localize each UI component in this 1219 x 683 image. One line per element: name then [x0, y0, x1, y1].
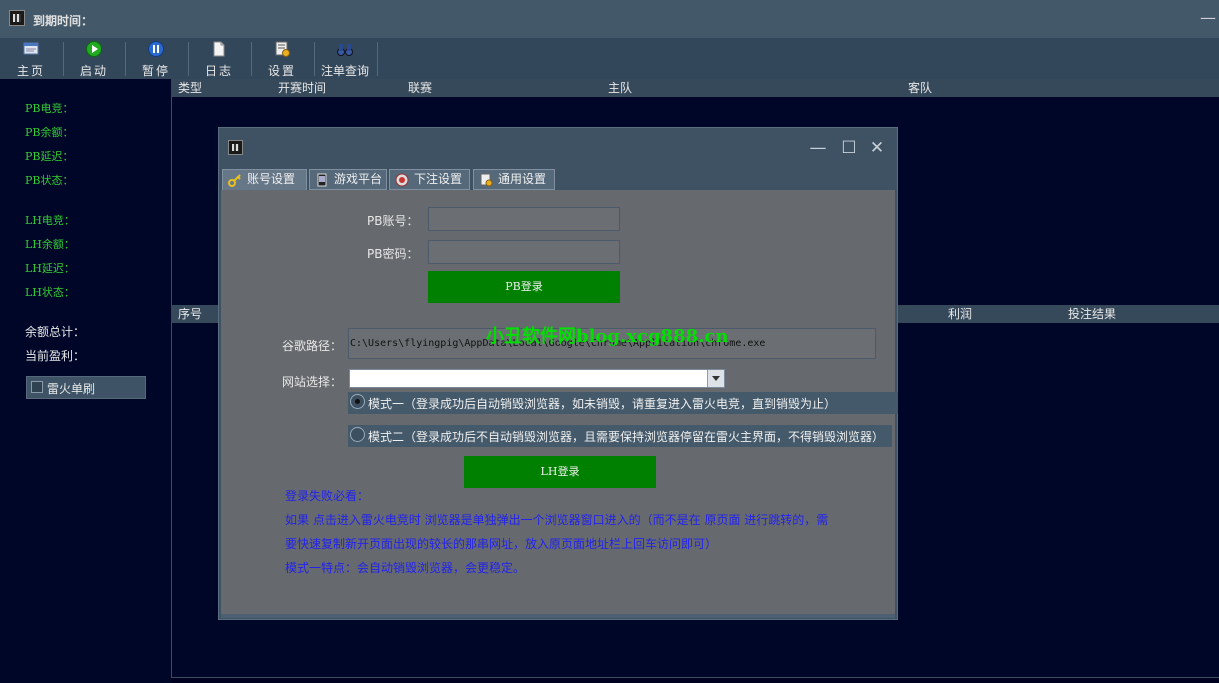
lh-login-button[interactable]: LH登录: [464, 456, 656, 488]
home-icon: [23, 42, 39, 55]
bet-query-label: 注单查询: [320, 64, 369, 78]
tab-general-settings[interactable]: 通用设置: [473, 169, 555, 190]
tab-account-settings-label: 账号设置: [247, 172, 296, 186]
tab-account-settings[interactable]: 账号设置: [222, 169, 307, 191]
tab-game-platform-label: 游戏平台: [334, 172, 383, 186]
home-label: 主页: [16, 64, 45, 78]
tab-general-settings-label: 通用设置: [498, 172, 547, 186]
site-select-label: 网站选择：: [282, 375, 343, 389]
current-profit-label: 当前盈利：: [25, 349, 86, 363]
play-icon: [86, 41, 102, 57]
key-icon: [228, 174, 241, 187]
pb-balance: PB余额：: [25, 126, 74, 139]
settings-icon: [480, 173, 493, 187]
log-label: 日志: [204, 64, 233, 78]
pause-icon: [148, 41, 164, 57]
dialog-bottom-bar: [221, 614, 895, 618]
pb-account-input[interactable]: [428, 207, 620, 231]
total-balance-label: 余额总计：: [25, 325, 86, 339]
col-home-team[interactable]: 主队: [608, 79, 632, 96]
checkbox-box[interactable]: [31, 381, 43, 393]
col-index[interactable]: 序号: [178, 305, 202, 322]
settings-dialog: — ☐ ✕ 账号设置 游戏平台 下注设置 通用设置 PB账号： PB密码： PB…: [218, 127, 898, 620]
settings-icon: [275, 41, 290, 57]
tab-bet-settings-label: 下注设置: [414, 172, 463, 186]
start-label: 启动: [79, 64, 108, 78]
bet-query-button[interactable]: 注单查询: [314, 38, 376, 79]
pb-latency: PB延迟：: [25, 150, 74, 163]
log-icon: [213, 41, 225, 57]
log-button[interactable]: 日志: [188, 38, 250, 79]
pause-label: 暂停: [141, 64, 170, 78]
settings-button[interactable]: 设置: [251, 38, 313, 79]
mode-two-option[interactable]: 模式二（登录成功后不自动销毁浏览器，且需要保持浏览器停留在雷火主界面，不得销毁浏…: [348, 425, 892, 447]
site-select-dropdown[interactable]: [349, 369, 725, 388]
login-failure-note-1: 如果 点击进入雷火电竞时 浏览器是单独弹出一个浏览器窗口进入的（而不是在 原页面…: [285, 513, 829, 527]
minimize-button[interactable]: —: [1200, 8, 1216, 28]
tab-game-platform[interactable]: 游戏平台: [309, 169, 387, 190]
chevron-down-icon[interactable]: [707, 370, 724, 387]
settings-label: 设置: [267, 64, 296, 78]
fire-single-label: 雷火单刷: [47, 382, 96, 396]
dialog-minimize-button[interactable]: —: [808, 138, 828, 158]
col-bet-result[interactable]: 投注结果: [1068, 305, 1116, 322]
dialog-close-button[interactable]: ✕: [867, 138, 887, 158]
pause-button[interactable]: 暂停: [125, 38, 187, 79]
title-bar: 到期时间： —: [0, 0, 1219, 38]
col-start-time[interactable]: 开赛时间: [278, 79, 326, 96]
pb-password-label: PB密码：: [367, 247, 419, 261]
device-icon: [317, 173, 327, 187]
fire-single-checkbox[interactable]: 雷火单刷: [26, 376, 146, 399]
dialog-maximize-button[interactable]: ☐: [839, 138, 859, 158]
mode-one-option[interactable]: 模式一（登录成功后自动销毁浏览器，如未销毁，请重复进入雷火电竞，直到销毁为止）: [348, 392, 898, 414]
home-button[interactable]: 主页: [0, 38, 62, 79]
pb-esports-status: PB电竞：: [25, 102, 74, 115]
chip-icon: [395, 173, 409, 187]
lh-esports-status: LH电竞：: [25, 214, 75, 227]
pb-state: PB状态：: [25, 174, 74, 187]
col-profit[interactable]: 利润: [948, 305, 972, 322]
lh-balance: LH余额：: [25, 238, 75, 251]
binoculars-icon: [337, 44, 353, 56]
expiry-title: 到期时间：: [33, 14, 94, 28]
start-button[interactable]: 启动: [63, 38, 125, 79]
mode-one-feature-note: 模式一特点：会自动销毁浏览器，会更稳定。: [285, 561, 526, 575]
mode-two-label: 模式二（登录成功后不自动销毁浏览器，且需要保持浏览器停留在雷火主界面，不得销毁浏…: [368, 430, 885, 444]
dialog-app-icon: [228, 140, 243, 155]
account-settings-panel: PB账号： PB密码： PB登录 谷歌路径： C:\Users\flyingpi…: [221, 190, 898, 614]
col-away-team[interactable]: 客队: [908, 79, 932, 96]
pb-account-label: PB账号：: [367, 214, 419, 228]
tab-bet-settings[interactable]: 下注设置: [389, 169, 470, 190]
watermark-text: 小丑软件网blog.xcg888.cn: [486, 326, 729, 347]
pb-password-input[interactable]: [428, 240, 620, 264]
lh-latency: LH延迟：: [25, 262, 75, 275]
match-grid-header: 类型 开赛时间 联赛 主队 客队: [171, 79, 1219, 97]
col-type[interactable]: 类型: [178, 79, 202, 96]
app-icon: [9, 10, 25, 26]
col-league[interactable]: 联赛: [408, 79, 432, 96]
mode-one-radio[interactable]: [350, 394, 365, 409]
mode-one-label: 模式一（登录成功后自动销毁浏览器，如未销毁，请重复进入雷火电竞，直到销毁为止）: [368, 397, 837, 411]
pb-login-button[interactable]: PB登录: [428, 271, 620, 303]
lh-state: LH状态：: [25, 286, 75, 299]
mode-two-radio[interactable]: [350, 427, 365, 442]
login-failure-note-2: 要快速复制新开页面出现的较长的那串网址，放入原页面地址栏上回车访问即可）: [285, 537, 718, 551]
chrome-path-label: 谷歌路径：: [282, 339, 343, 353]
login-failure-heading: 登录失败必看：: [285, 489, 370, 503]
toolbar: 主页 启动 暂停 日志 设置 注单查询: [0, 38, 1219, 79]
